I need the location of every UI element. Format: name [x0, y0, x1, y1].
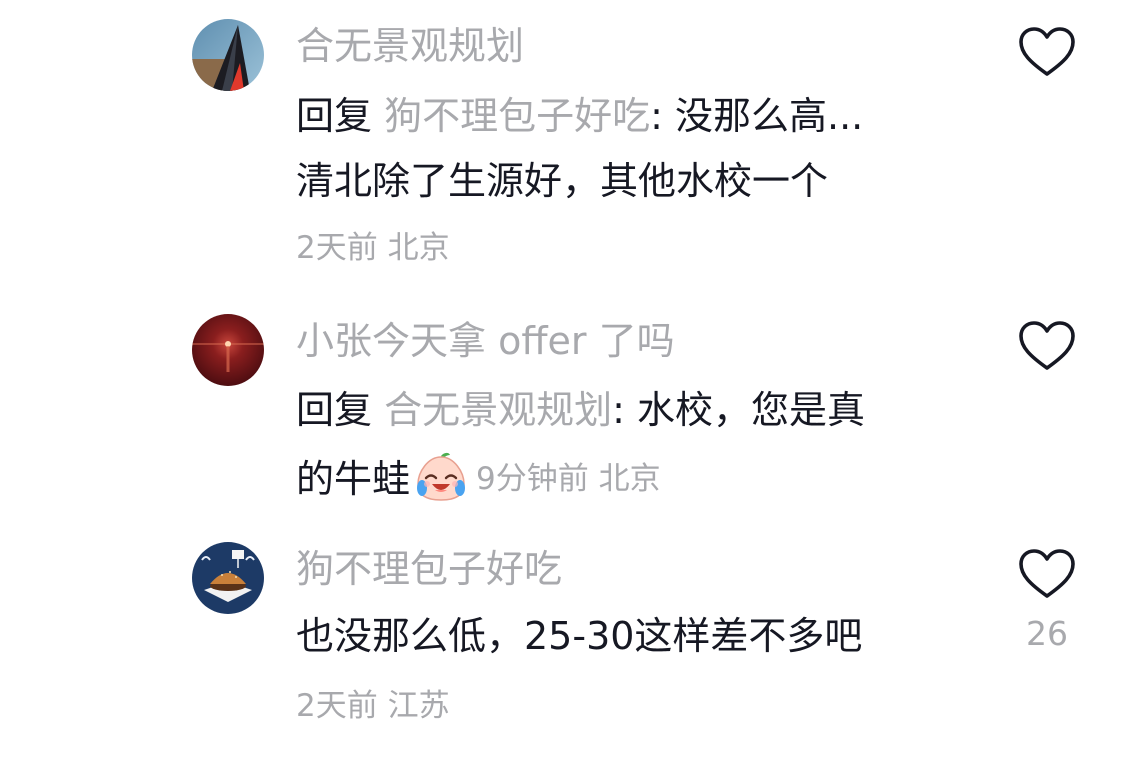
heart-outline-icon	[1019, 321, 1075, 370]
comment-item: 小张今天拿 offer 了吗 回复 合无景观规划: 水校，您是真 的牛蛙 9分钟…	[0, 290, 1124, 520]
comment-username[interactable]: 小张今天拿 offer 了吗	[296, 318, 675, 364]
comment-location: 北京	[387, 230, 450, 266]
like-button[interactable]	[1018, 548, 1076, 600]
comment-time: 2天前	[296, 230, 378, 266]
like-button[interactable]	[1018, 320, 1076, 372]
sunset-sea-avatar-icon	[192, 314, 264, 386]
comment-item: 合无景观规划 回复 狗不理包子好吃: 没那么高... 清北除了生源好，其他水校一…	[0, 0, 1124, 290]
comment-text: 的牛蛙	[296, 457, 411, 501]
comment-username[interactable]: 狗不理包子好吃	[296, 546, 562, 592]
like-count: 26	[1026, 614, 1068, 653]
comment-text: : 没那么高...	[650, 94, 864, 138]
like-button[interactable]	[1018, 26, 1076, 78]
comment-meta: 2天前 北京	[296, 228, 450, 268]
user-avatar[interactable]	[192, 314, 264, 386]
crying-laughing-bun-emoji	[417, 452, 466, 501]
comment-time: 2天前	[296, 688, 378, 724]
reply-prefix: 回复	[296, 388, 373, 432]
comment-text-line-1: 也没那么低，25-30这样差不多吧	[296, 614, 863, 658]
comment-text-line-2: 清北除了生源好，其他水校一个	[296, 159, 829, 203]
reply-to-username[interactable]: 合无景观规划	[384, 388, 612, 432]
comment-meta: 9分钟前 北京	[476, 461, 661, 497]
heart-outline-icon	[1019, 549, 1075, 598]
comment-text: : 水校，您是真	[612, 388, 866, 432]
pyramid-avatar-icon	[192, 19, 264, 91]
user-avatar[interactable]	[192, 542, 264, 614]
reply-to-username[interactable]: 狗不理包子好吃	[384, 94, 650, 138]
heart-outline-icon	[1019, 27, 1075, 76]
comment-text-line-2: 的牛蛙 9分钟前 北京	[296, 450, 661, 504]
comment-item: 狗不理包子好吃 也没那么低，25-30这样差不多吧 2天前 江苏 26	[0, 520, 1124, 762]
comment-time: 9分钟前	[476, 461, 589, 497]
comment-text-line-1: 回复 合无景观规划: 水校，您是真	[296, 386, 865, 434]
reply-prefix: 回复	[296, 94, 373, 138]
user-avatar[interactable]	[192, 19, 264, 91]
comment-meta: 2天前 江苏	[296, 686, 450, 726]
comment-location: 北京	[598, 461, 661, 497]
comment-text-line-1: 回复 狗不理包子好吃: 没那么高...	[296, 92, 863, 140]
burger-avatar-icon	[192, 542, 264, 614]
comment-username[interactable]: 合无景观规划	[296, 23, 524, 69]
comment-location: 江苏	[387, 688, 450, 724]
